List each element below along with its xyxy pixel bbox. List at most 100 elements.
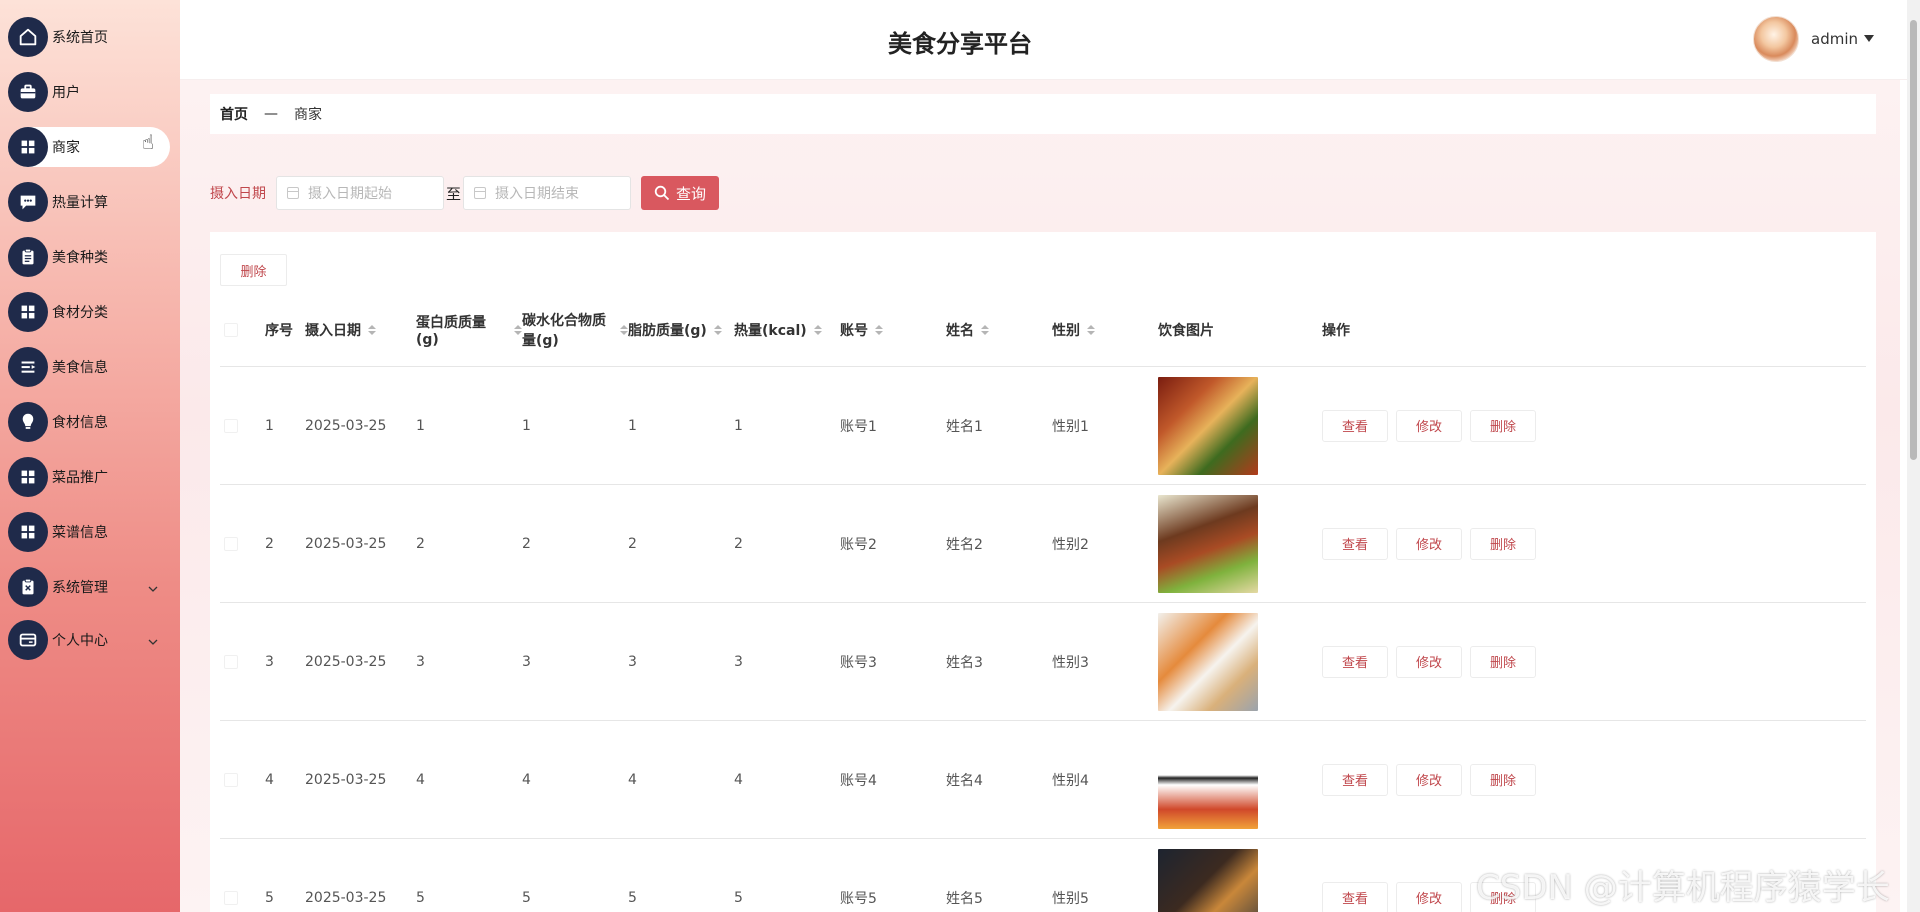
delete-button[interactable]: 删除	[1470, 409, 1536, 442]
column-header[interactable]: 脂肪质量(g)	[628, 294, 734, 366]
sort-icon[interactable]	[1087, 325, 1095, 335]
sidebar-item-label: 热量计算	[52, 195, 108, 211]
cell-name: 姓名3	[946, 654, 983, 671]
scrollbar-thumb[interactable]	[1910, 20, 1917, 460]
view-button[interactable]: 查看	[1322, 763, 1388, 796]
column-header[interactable]: 蛋白质质量(g)	[416, 294, 522, 366]
sidebar-item-5[interactable]: 食材分类	[8, 292, 170, 332]
sidebar-item-label: 美食种类	[52, 250, 108, 266]
column-header-label: 碳水化合物质量(g)	[522, 313, 606, 349]
view-button[interactable]: 查看	[1322, 409, 1388, 442]
user-name[interactable]: admin	[1811, 30, 1858, 48]
query-button-label: 查询	[676, 184, 707, 203]
column-header[interactable]: 热量(kcal)	[734, 294, 840, 366]
sidebar: 系统首页用户商家 ☝ 热量计算美食种类食材分类美食信息食材信息菜品推广菜谱信息系统管…	[0, 0, 180, 912]
sidebar-item-10[interactable]: 系统管理	[8, 567, 170, 607]
column-header-label: 姓名	[946, 323, 974, 339]
start-date-input[interactable]: 摄入日期起始	[276, 176, 444, 210]
column-header[interactable]: 性别	[1052, 294, 1158, 366]
sort-icon[interactable]	[620, 325, 628, 335]
row-checkbox-cell	[220, 367, 265, 484]
select-all-checkbox-cell	[220, 294, 265, 366]
chevron-down-icon[interactable]	[148, 632, 158, 645]
edit-button[interactable]: 修改	[1396, 409, 1462, 442]
sidebar-item-3[interactable]: 热量计算	[8, 182, 170, 222]
sidebar-item-8[interactable]: 菜品推广	[8, 457, 170, 497]
food-image[interactable]	[1158, 612, 1258, 711]
cell-protein: 4	[416, 771, 425, 788]
cell-carbs: 4	[522, 771, 531, 788]
sidebar-item-7[interactable]: 食材信息	[8, 402, 170, 442]
column-header[interactable]: 碳水化合物质量(g)	[522, 294, 628, 366]
edit-button[interactable]: 修改	[1396, 645, 1462, 678]
delete-button[interactable]: 删除	[1470, 645, 1536, 678]
breadcrumb-home[interactable]: 首页	[220, 104, 248, 124]
column-header-label: 序号	[265, 323, 293, 339]
row-checkbox[interactable]	[224, 418, 238, 433]
column-header[interactable]: 姓名	[946, 294, 1052, 366]
column-header[interactable]: 账号	[840, 294, 946, 366]
sidebar-item-0[interactable]: 系统首页	[8, 17, 170, 57]
sidebar-item-4[interactable]: 美食种类	[8, 237, 170, 277]
batch-delete-button[interactable]: 删除	[220, 254, 287, 286]
row-checkbox[interactable]	[224, 890, 238, 905]
cell-name: 姓名5	[946, 890, 983, 907]
sidebar-item-6[interactable]: 美食信息	[8, 347, 170, 387]
watermark: CSDN @计算机程序猿学长	[1476, 868, 1890, 908]
edit-button[interactable]: 修改	[1396, 527, 1462, 560]
home-icon	[8, 17, 48, 57]
list-icon	[8, 347, 48, 387]
food-image[interactable]	[1158, 730, 1258, 829]
row-checkbox[interactable]	[224, 654, 238, 669]
avatar[interactable]	[1753, 16, 1799, 62]
cell-date: 2025-03-25	[305, 417, 387, 434]
food-image[interactable]	[1158, 376, 1258, 475]
sort-icon[interactable]	[981, 325, 989, 335]
sort-icon[interactable]	[813, 325, 822, 335]
sidebar-item-label: 食材分类	[52, 305, 108, 321]
delete-button[interactable]: 删除	[1470, 527, 1536, 560]
sort-icon[interactable]	[713, 325, 722, 335]
cell-kcal: 1	[734, 417, 743, 434]
row-checkbox[interactable]	[224, 536, 238, 551]
search-label: 摄入日期	[210, 186, 266, 202]
delete-button[interactable]: 删除	[1470, 763, 1536, 796]
sort-icon[interactable]	[514, 325, 522, 335]
sidebar-item-9[interactable]: 菜谱信息	[8, 512, 170, 552]
select-all-checkbox[interactable]	[224, 323, 238, 337]
row-checkbox[interactable]	[224, 772, 238, 787]
view-button[interactable]: 查看	[1322, 527, 1388, 560]
cell-account: 账号2	[840, 536, 877, 553]
sidebar-item-label: 用户	[52, 85, 80, 101]
food-image[interactable]	[1158, 848, 1258, 912]
cell-gender: 性别5	[1052, 890, 1089, 907]
chevron-down-icon[interactable]	[148, 579, 158, 592]
data-table: 序号 摄入日期 蛋白质质量(g) 碳水化合物质量(g) 脂肪质量(g) 热量(kcal) 账…	[220, 294, 1866, 912]
cell-account: 账号5	[840, 890, 877, 907]
sidebar-item-1[interactable]: 用户	[8, 72, 170, 112]
view-button[interactable]: 查看	[1322, 881, 1388, 912]
cell-account: 账号1	[840, 418, 877, 435]
end-date-input[interactable]: 摄入日期结束	[463, 176, 632, 210]
sidebar-item-11[interactable]: 个人中心	[8, 620, 170, 660]
search-bar: 摄入日期 摄入日期起始 至 摄入日期结束 查询	[210, 176, 720, 210]
cell-account: 账号3	[840, 654, 877, 671]
cell-name: 姓名1	[946, 418, 983, 435]
cell-date: 2025-03-25	[305, 889, 387, 906]
cell-food-image	[1158, 603, 1322, 720]
view-button[interactable]: 查看	[1322, 645, 1388, 678]
query-button[interactable]: 查询	[641, 176, 720, 210]
edit-button[interactable]: 修改	[1396, 881, 1462, 912]
cell-kcal: 5	[734, 889, 743, 906]
column-header[interactable]: 摄入日期	[305, 294, 416, 366]
food-image[interactable]	[1158, 494, 1258, 593]
sidebar-item-2[interactable]: 商家 ☝	[8, 127, 170, 167]
column-header-label: 蛋白质质量(g)	[416, 315, 486, 348]
sort-icon[interactable]	[368, 325, 376, 335]
cell-kcal: 2	[734, 535, 743, 552]
scrollbar[interactable]	[1907, 0, 1920, 912]
sort-icon[interactable]	[875, 325, 883, 335]
edit-button[interactable]: 修改	[1396, 763, 1462, 796]
caret-down-icon[interactable]	[1864, 35, 1874, 42]
date-range-separator: 至	[446, 184, 462, 203]
